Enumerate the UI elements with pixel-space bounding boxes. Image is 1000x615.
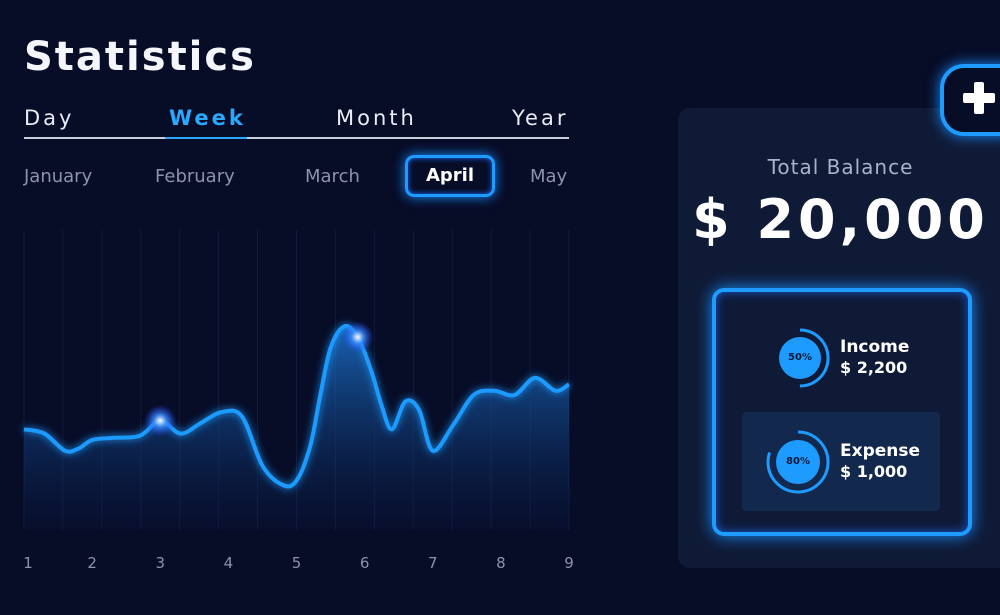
x-tick-label: 9 — [564, 554, 574, 572]
tab-day[interactable]: Day — [24, 106, 74, 130]
expense-label: Expense — [840, 441, 921, 461]
period-tabs: Day Week Month Year — [0, 0, 600, 150]
expense-value: $ 1,000 — [840, 462, 908, 481]
weekly-area-chart: 1 2 3 4 5 6 7 8 9 — [23, 230, 574, 572]
period-divider — [24, 137, 569, 139]
x-tick-label: 4 — [224, 554, 234, 572]
x-tick-label: 3 — [155, 554, 165, 572]
x-axis-ticks: 1 2 3 4 5 6 7 8 9 — [23, 554, 574, 572]
active-period-indicator — [165, 137, 247, 139]
x-tick-label: 6 — [360, 554, 370, 572]
total-balance-label: Total Balance — [767, 155, 914, 179]
add-button[interactable] — [940, 64, 1000, 136]
highlight-point — [341, 321, 374, 354]
x-tick-label: 2 — [87, 554, 97, 572]
expense-percent: 80% — [786, 456, 810, 467]
income-label: Income — [840, 337, 910, 357]
income-percent: 50% — [788, 352, 812, 363]
total-balance-value: $ 20,000 — [692, 188, 989, 251]
tab-week[interactable]: Week — [169, 106, 246, 130]
month-january[interactable]: January — [24, 166, 92, 187]
x-tick-label: 8 — [496, 554, 506, 572]
x-tick-label: 1 — [23, 554, 33, 572]
month-february[interactable]: February — [155, 166, 235, 187]
tab-month[interactable]: Month — [336, 106, 417, 130]
x-tick-label: 5 — [292, 554, 302, 572]
month-may[interactable]: May — [530, 166, 567, 187]
highlight-point — [144, 404, 177, 437]
income-value: $ 2,200 — [840, 358, 908, 377]
tab-year[interactable]: Year — [512, 106, 568, 130]
plus-icon-bar — [963, 93, 995, 103]
x-tick-label: 7 — [428, 554, 438, 572]
month-march[interactable]: March — [305, 166, 360, 187]
month-april[interactable]: April — [405, 155, 495, 197]
